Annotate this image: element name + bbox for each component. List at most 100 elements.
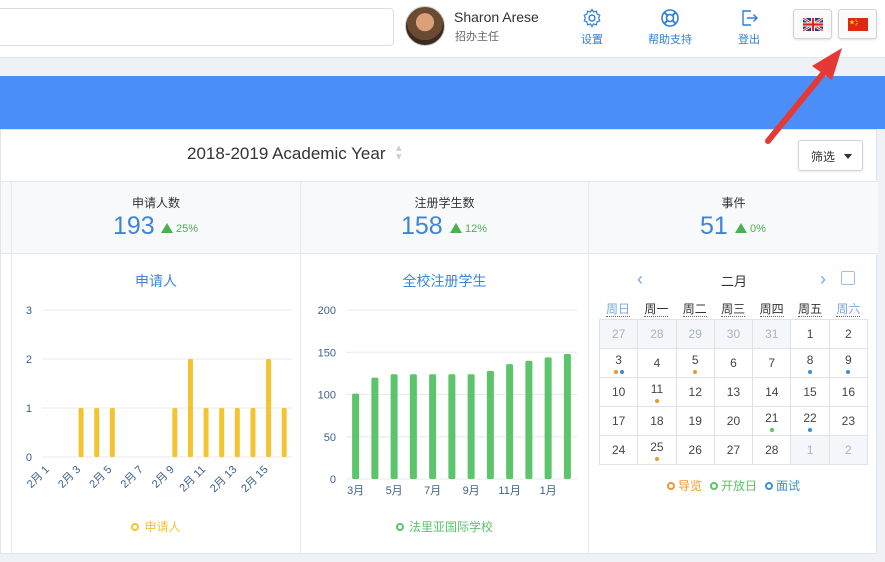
bar (219, 408, 225, 457)
event-markers (753, 428, 790, 433)
day-number: 22 (803, 411, 817, 425)
settings-button[interactable]: 设置 (562, 8, 622, 47)
calendar-day[interactable]: 16 (828, 377, 869, 407)
english-language-button[interactable] (793, 9, 832, 39)
calendar-day[interactable]: 18 (637, 406, 677, 436)
logout-icon (742, 10, 758, 26)
legend-label: 面试 (776, 479, 801, 493)
academic-year-selector[interactable]: 2018-2019 Academic Year (187, 144, 386, 164)
weekday-label: 周四 (759, 302, 784, 317)
day-number: 19 (688, 414, 702, 428)
chart-legend[interactable]: 申请人 (12, 518, 300, 535)
calendar-day[interactable]: 21 (752, 406, 792, 436)
stat-label: 申请人数 (131, 196, 180, 210)
calendar-week: 10 11 12 13 14 15 16 (598, 377, 869, 407)
avatar[interactable] (405, 6, 445, 46)
top-bar: Sharon Arese 招办主任 设置 帮助支持 登出 (0, 0, 885, 58)
event-dot (693, 370, 698, 374)
stat-label: 事件 (721, 196, 746, 210)
bar (409, 374, 417, 479)
calendar-day[interactable]: 27 (713, 435, 754, 465)
x-tick-label: 2月 9 (150, 464, 177, 491)
calendar-day[interactable]: 22 (790, 406, 830, 436)
bar (448, 374, 456, 479)
calendar-day[interactable]: 24 (598, 435, 639, 465)
calendar-day[interactable]: 20 (713, 406, 754, 436)
calendar-day[interactable]: 5 (675, 348, 715, 378)
chart-legend[interactable]: 法里亚国际学校 (301, 518, 588, 535)
caret-down-icon (844, 154, 852, 159)
sort-arrows-icon[interactable]: ▴ ▾ (396, 143, 402, 163)
stat-delta: 25% (161, 223, 198, 235)
day-number: 20 (726, 414, 741, 428)
filter-button[interactable]: 筛选 (798, 140, 863, 171)
event-dot (769, 428, 774, 432)
calendar-day[interactable]: 2 (828, 435, 869, 465)
calendar-day[interactable]: 28 (637, 319, 677, 349)
calendar-day[interactable]: 1 (790, 319, 830, 349)
calendar-day[interactable]: 9 (828, 348, 869, 378)
up-triangle-icon (161, 223, 173, 233)
event-markers (677, 370, 714, 375)
day-number: 14 (765, 385, 779, 399)
calendar-day[interactable]: 28 (752, 435, 792, 465)
calendar-day[interactable]: 17 (598, 406, 639, 436)
y-tick-label: 0 (26, 452, 32, 464)
logout-label: 登出 (738, 34, 760, 46)
calendar-day[interactable]: 4 (637, 348, 677, 378)
day-number: 1 (806, 327, 814, 341)
weekday-label: 周六 (836, 302, 861, 317)
chevron-right-icon[interactable]: › (820, 269, 826, 290)
user-name[interactable]: Sharon Arese (454, 9, 539, 25)
calendar-day[interactable]: 8 (790, 348, 830, 378)
calendar-day[interactable]: 27 (598, 319, 639, 349)
event-markers (830, 370, 867, 375)
calendar-day[interactable]: 15 (790, 377, 830, 407)
x-tick-label: 2月 13 (208, 464, 239, 495)
calendar-day[interactable]: 30 (713, 319, 754, 349)
help-button[interactable]: 帮助支持 (640, 8, 700, 47)
calendar-day[interactable]: 12 (675, 377, 715, 407)
search-input[interactable] (0, 8, 394, 46)
calendar-day[interactable]: 10 (598, 377, 639, 407)
calendar-day[interactable]: 6 (713, 348, 754, 378)
calendar-legend-item[interactable]: 导览 (666, 479, 702, 493)
page-banner (0, 76, 885, 129)
day-number: 28 (765, 443, 779, 457)
calendar-day[interactable]: 3 (598, 348, 639, 378)
calendar-day[interactable]: 1 (790, 435, 830, 465)
calendar-day[interactable]: 14 (752, 377, 792, 407)
x-tick-label: 2月 15 (239, 464, 270, 495)
calendar-day[interactable]: 11 (637, 377, 677, 407)
day-number: 7 (768, 356, 776, 370)
calendar-day[interactable]: 23 (828, 406, 869, 436)
day-number: 10 (611, 385, 626, 399)
calendar-day[interactable]: 29 (675, 319, 715, 349)
bar (352, 393, 360, 479)
bar (486, 370, 494, 479)
calendar-day[interactable]: 25 (637, 435, 677, 465)
calendar-day[interactable]: 31 (752, 319, 792, 349)
weekday-header: 周三 (714, 300, 752, 317)
calendar-day[interactable]: 19 (675, 406, 715, 436)
calendar-day[interactable]: 7 (752, 348, 792, 378)
logout-button[interactable]: 登出 (719, 8, 779, 47)
day-number: 31 (765, 327, 779, 341)
bar (250, 408, 256, 457)
event-dot (613, 370, 618, 374)
weekday-header: 周一 (637, 300, 675, 317)
day-number: 1 (806, 443, 814, 457)
stat-delta: 12% (450, 223, 487, 235)
day-number: 25 (650, 440, 664, 454)
day-number: 5 (691, 353, 699, 367)
calendar-legend-item[interactable]: 面试 (765, 479, 800, 493)
calendar-day[interactable]: 26 (675, 435, 715, 465)
calendar-day[interactable]: 13 (713, 377, 754, 407)
chinese-language-button[interactable] (838, 9, 877, 39)
bar (94, 408, 100, 457)
weekday-header: 周五 (791, 300, 829, 317)
calendar-icon[interactable] (841, 271, 855, 285)
bar (187, 359, 193, 457)
calendar-legend-item[interactable]: 开放日 (709, 479, 757, 493)
calendar-day[interactable]: 2 (828, 319, 869, 349)
